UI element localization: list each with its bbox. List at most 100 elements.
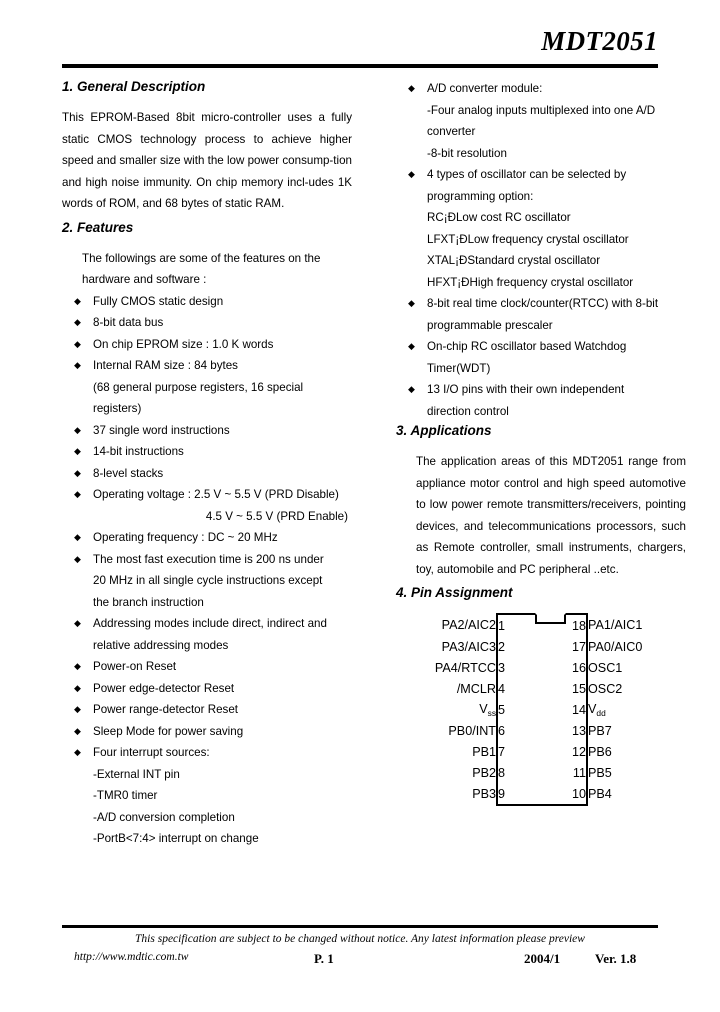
feature-item: relative addressing modes: [93, 638, 229, 652]
pin-label-right: OSC1: [588, 660, 623, 675]
pin-number-left: 4: [496, 678, 542, 699]
feature-item: -Four analog inputs multiplexed into one…: [427, 103, 656, 117]
pin-row: /MCLR 4 15 OSC2: [404, 678, 680, 699]
pin-label-right: Vdd: [588, 702, 606, 718]
heading-pin-assignment: 4. Pin Assignment: [396, 585, 513, 600]
pin-number-left: 9: [496, 783, 542, 806]
feature-item: Internal RAM size : 84 bytes: [62, 355, 352, 377]
features-list-left: Fully CMOS static design8-bit data busOn…: [62, 291, 352, 850]
pin-number-left: 3: [496, 657, 542, 678]
pin-row: Vss 5 14 Vdd: [404, 699, 680, 720]
pin-label-left: PA4/RTCC: [434, 660, 496, 675]
right-column: A/D converter module: -Four analog inputs…: [396, 78, 686, 806]
heading-general-description: 1. General Description: [62, 79, 206, 94]
feature-item: Timer(WDT): [427, 361, 491, 375]
feature-item: -PortB<7:4> interrupt on change: [93, 832, 259, 845]
feature-item: 8-bit data bus: [62, 312, 352, 334]
pin-label-left: PA2/AIC2: [441, 618, 496, 632]
feature-item: programmable prescaler: [427, 318, 553, 332]
heading-features: 2. Features: [62, 219, 134, 235]
pin-number-left: 7: [496, 741, 542, 762]
general-description-text: This EPROM-Based 8bit micro-controller u…: [62, 111, 352, 210]
footer-divider: [62, 925, 658, 928]
features-list-right: A/D converter module: -Four analog inputs…: [396, 78, 686, 422]
pin-label-left: PB3: [472, 787, 496, 801]
feature-item: -8-bit resolution: [427, 146, 507, 160]
feature-item: 13 I/O pins with their own independent: [396, 379, 686, 401]
footer-url-link[interactable]: http://www.mdtic.com.tw: [74, 951, 188, 963]
pin-row: PB3 9 10 PB4: [404, 783, 680, 806]
applications-text: The application areas of this MDT2051 ra…: [416, 455, 686, 576]
pin-row: PB2 8 11 PB5: [404, 762, 680, 783]
feature-item: 20 MHz in all single cycle instructions …: [93, 574, 323, 587]
pin-label-left: PB1: [472, 744, 496, 759]
left-column: 1. General Description This EPROM-Based …: [62, 78, 352, 850]
page-header: MDT2051: [62, 26, 658, 56]
pin-number-left: 2: [496, 636, 542, 657]
feature-item: registers): [93, 402, 142, 415]
footer-date: 2004/1: [524, 951, 561, 966]
footer-row: http://www.mdtic.com.tw P. 1 2004/1 Ver.…: [62, 951, 658, 971]
pin-number-right: 15: [542, 678, 588, 699]
pin-label-left: PA3/AIC3: [441, 639, 496, 654]
feature-item: 8-level stacks: [62, 463, 352, 485]
footer-version: Ver. 1.8: [595, 951, 637, 966]
pin-label-left: /MCLR: [456, 681, 496, 696]
document-title: MDT2051: [541, 26, 658, 56]
pin-number-left: 6: [496, 720, 542, 741]
feature-item: -External INT pin: [93, 767, 180, 781]
pin-label-right: PB5: [588, 765, 612, 780]
feature-item: Four interrupt sources:: [62, 742, 352, 764]
feature-item: Power-on Reset: [62, 656, 352, 678]
feature-item: 4 types of oscillator can be selected by: [396, 164, 686, 186]
pin-label-left: Vss: [479, 702, 496, 718]
feature-item: Operating voltage : 2.5 V ~ 5.5 V (PRD D…: [62, 484, 352, 506]
feature-item: programming option:: [427, 189, 534, 203]
feature-item: Power range-detector Reset: [62, 699, 352, 721]
footer-page-number: P. 1: [314, 951, 334, 966]
pin-number-right: 16: [542, 657, 588, 678]
pin-row: PA3/AIC3 2 17 PA0/AIC0: [404, 636, 680, 657]
pin-label-right: PB6: [588, 744, 612, 759]
feature-item: 8-bit real time clock/counter(RTCC) with…: [396, 293, 686, 315]
pin-number-right: 14: [542, 699, 588, 720]
page-footer: This specification are subject to be cha…: [62, 930, 658, 971]
footer-disclaimer: This specification are subject to be cha…: [135, 933, 585, 945]
pin-label-left: PB2: [472, 765, 496, 780]
feature-item: RC¡ÐLow cost RC oscillator: [427, 211, 571, 224]
feature-item: Power edge-detector Reset: [62, 678, 352, 700]
feature-item: Fully CMOS static design: [62, 291, 352, 313]
pin-table: PA2/AIC2 1 18 PA1/AIC1 PA3/AIC3 2 17 PA0/AIC0 PA…: [404, 613, 680, 806]
feature-item: Operating frequency : DC ~ 20 MHz: [62, 527, 352, 549]
feature-item: Sleep Mode for power saving: [62, 721, 352, 743]
pin-row: PA4/RTCC 3 16 OSC1: [404, 657, 680, 678]
feature-item: 4.5 V ~ 5.5 V (PRD Enable): [62, 506, 352, 528]
pin-number-right: 13: [542, 720, 588, 741]
pin-row: PB1 7 12 PB6: [404, 741, 680, 762]
pin-label-right: PB7: [588, 723, 612, 738]
feature-item: Addressing modes include direct, indirec…: [62, 613, 352, 635]
datasheet-page: MDT2051 1. General Description This EPRO…: [0, 0, 720, 1012]
features-intro-line-1: The followings are some of the features …: [82, 251, 321, 265]
pin-number-right: 17: [542, 636, 588, 657]
feature-item: LFXT¡ÐLow frequency crystal oscillator: [427, 232, 629, 246]
pin-number-right: 12: [542, 741, 588, 762]
feature-subnote: 4.5 V ~ 5.5 V (PRD Enable): [205, 509, 348, 523]
pin-label-right: OSC2: [588, 681, 623, 696]
pin-label-right: PA0/AIC0: [588, 639, 643, 654]
pin-number-left: 5: [496, 699, 542, 720]
pin-label-right: PA1/AIC1: [588, 618, 643, 632]
pin-row: PB0/INT 6 13 PB7: [404, 720, 680, 741]
features-intro-line-2: hardware and software :: [82, 273, 207, 286]
feature-item: -TMR0 timer: [93, 789, 158, 802]
feature-item: (68 general purpose registers, 16 specia…: [93, 380, 304, 394]
feature-item: On-chip RC oscillator based Watchdog: [396, 336, 686, 358]
feature-item: The most fast execution time is 200 ns u…: [62, 549, 352, 571]
pin-label-right: PB4: [588, 787, 612, 801]
feature-item: direction control: [427, 404, 509, 418]
feature-item: A/D converter module:: [396, 78, 686, 100]
feature-item: 37 single word instructions: [62, 420, 352, 442]
feature-item: -A/D conversion completion: [93, 810, 235, 824]
pin-number-left: 8: [496, 762, 542, 783]
feature-item: XTAL¡ÐStandard crystal oscillator: [427, 254, 601, 267]
